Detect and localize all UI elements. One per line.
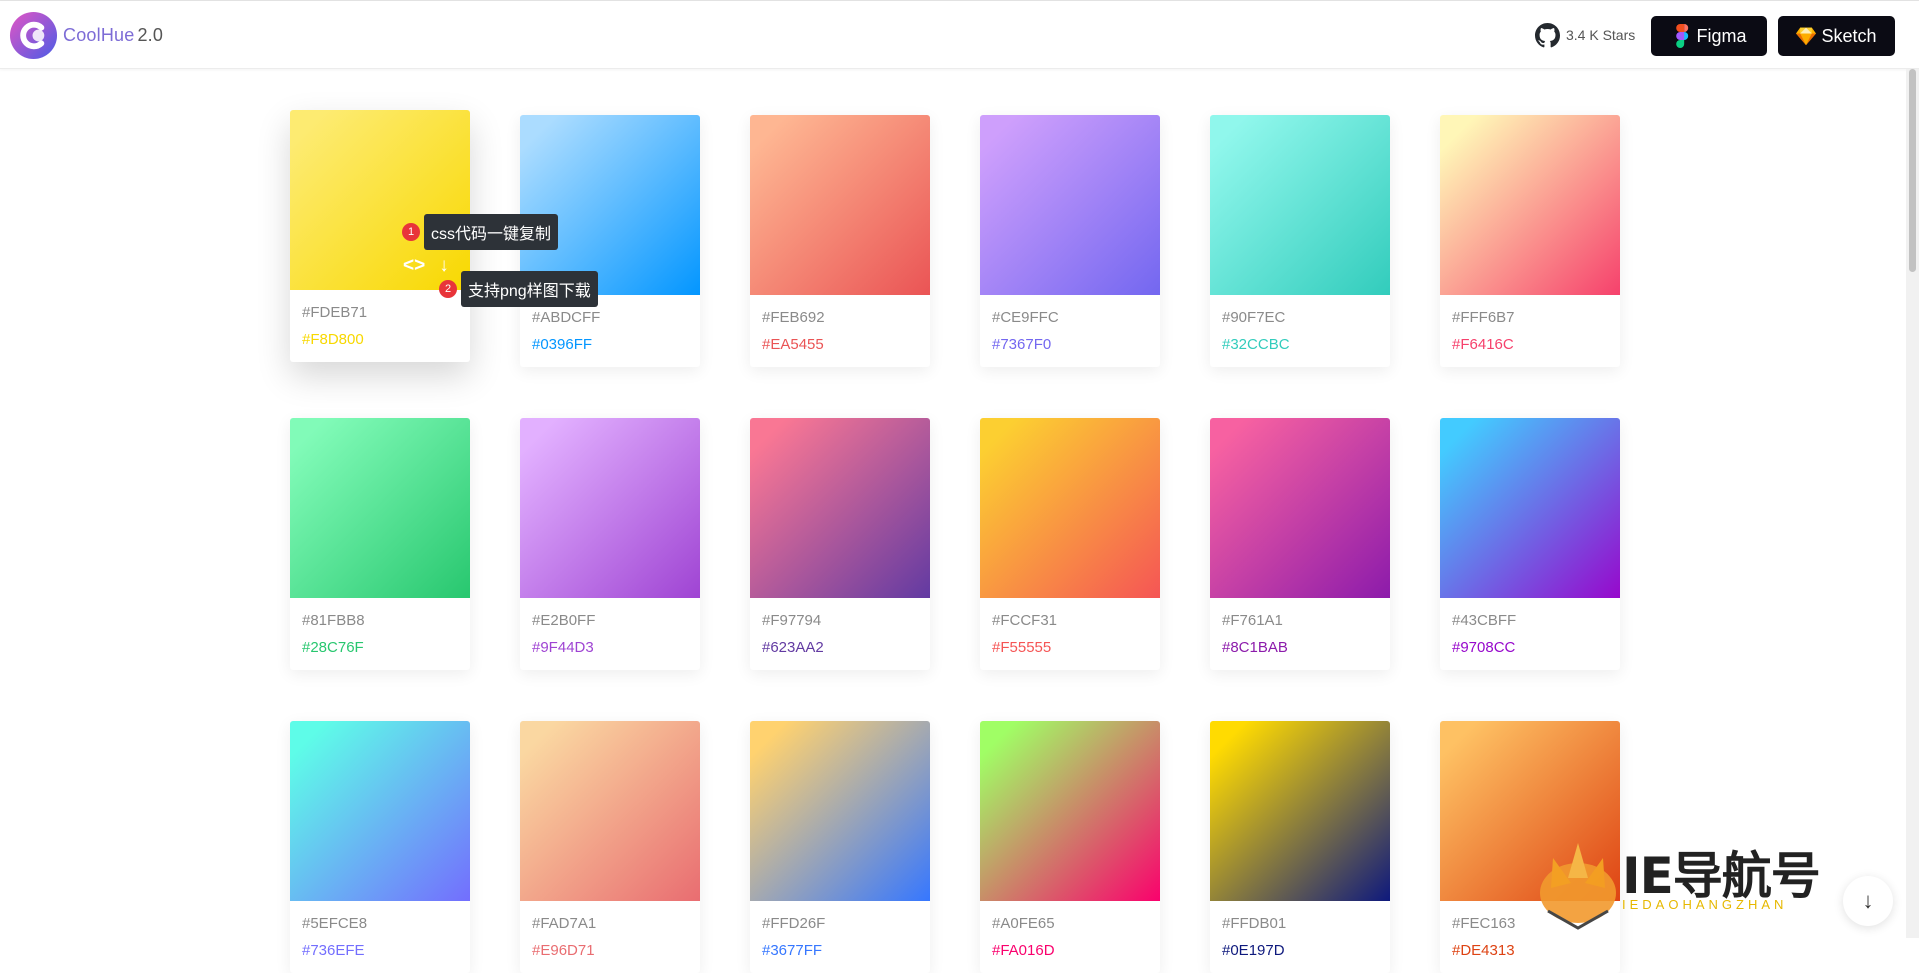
gradient-card[interactable]: #E2B0FF #9F44D3 [520,418,700,670]
start-color-hex[interactable]: #FFF6B7 [1452,309,1515,326]
gradient-card[interactable]: #43CBFF #9708CC [1440,418,1620,670]
start-color-hex[interactable]: #5EFCE8 [302,915,367,932]
gradient-swatch[interactable] [520,418,700,598]
code-icon[interactable]: <> [403,256,425,275]
gradient-card[interactable]: #FFD26F #3677FF [750,721,930,973]
callout-tooltip: 支持png样图下载 [461,271,598,307]
figma-button[interactable]: Figma [1651,16,1767,56]
start-color-hex[interactable]: #43CBFF [1452,612,1516,629]
gradient-card[interactable]: #FEB692 #EA5455 [750,115,930,367]
start-color-hex[interactable]: #FEC163 [1452,915,1515,932]
start-color-hex[interactable]: #FFDB01 [1222,915,1286,932]
back-to-top-button[interactable]: ↓ [1843,876,1893,926]
gradient-swatch[interactable] [1210,418,1390,598]
gradient-swatch[interactable] [1440,115,1620,295]
gradient-card[interactable]: #FFF6B7 #F6416C [1440,115,1620,367]
end-color-hex[interactable]: #8C1BAB [1222,639,1288,656]
gradient-swatch[interactable] [1210,115,1390,295]
gradient-swatch[interactable] [520,721,700,901]
gradient-swatch[interactable] [750,721,930,901]
gradient-card[interactable]: #81FBB8 #28C76F [290,418,470,670]
callout-copy-css: 1 css代码一键复制 [402,214,559,250]
gradient-swatch[interactable] [750,115,930,295]
end-color-hex[interactable]: #9F44D3 [532,639,594,656]
gradient-card[interactable]: #FAD7A1 #E96D71 [520,721,700,973]
end-color-hex[interactable]: #F6416C [1452,336,1514,353]
start-color-hex[interactable]: #FCCF31 [992,612,1057,629]
end-color-hex[interactable]: #0396FF [532,336,592,353]
gradient-card[interactable]: #CE9FFC #7367F0 [980,115,1160,367]
gradient-swatch[interactable] [1440,418,1620,598]
page-scrollbar[interactable] [1906,69,1919,938]
start-color-hex[interactable]: #CE9FFC [992,309,1059,326]
end-color-hex[interactable]: #7367F0 [992,336,1051,353]
gradient-swatch[interactable] [750,418,930,598]
sketch-label: Sketch [1821,25,1877,46]
gradient-swatch[interactable] [290,418,470,598]
gradient-swatch[interactable] [520,115,700,295]
start-color-hex[interactable]: #F97794 [762,612,821,629]
callout-number: 2 [439,280,457,298]
end-color-hex[interactable]: #F55555 [992,639,1051,656]
end-color-hex[interactable]: #736EFE [302,942,365,959]
callout-number: 1 [402,223,420,241]
end-color-hex[interactable]: #3677FF [762,942,822,959]
gradient-card[interactable]: #5EFCE8 #736EFE [290,721,470,973]
start-color-hex[interactable]: #FEB692 [762,309,825,326]
start-color-hex[interactable]: #FDEB71 [302,304,367,321]
end-color-hex[interactable]: #F8D800 [302,331,364,348]
gradient-swatch[interactable] [980,721,1160,901]
figma-icon [1676,24,1689,48]
sketch-button[interactable]: Sketch [1778,16,1895,56]
gradient-swatch[interactable] [980,115,1160,295]
start-color-hex[interactable]: #FFD26F [762,915,825,932]
start-color-hex[interactable]: #90F7EC [1222,309,1285,326]
end-color-hex[interactable]: #EA5455 [762,336,824,353]
sketch-icon [1796,27,1817,46]
watermark-subtext: IEDAOHANGZHAN [1622,897,1788,912]
start-color-hex[interactable]: #F761A1 [1222,612,1283,629]
gradient-swatch[interactable] [290,721,470,901]
start-color-hex[interactable]: #A0FE65 [992,915,1055,932]
end-color-hex[interactable]: #623AA2 [762,639,824,656]
brand-version: 2.0 [137,25,164,45]
end-color-hex[interactable]: #0E197D [1222,942,1285,959]
gradient-card[interactable]: #A0FE65 #FA016D [980,721,1160,973]
gradient-card[interactable]: #FFDB01 #0E197D [1210,721,1390,973]
start-color-hex[interactable]: #FAD7A1 [532,915,596,932]
arrow-down-icon: ↓ [1862,888,1874,913]
top-navbar: CoolHue 2.0 3.4 K Stars Figma Sketch [0,1,1919,69]
brand-name: CoolHue [63,25,135,45]
github-stars-link[interactable]: 3.4 K Stars [1535,22,1636,47]
scrollbar-thumb[interactable] [1909,69,1916,272]
brand-title[interactable]: CoolHue 2.0 [63,25,163,46]
gradient-swatch[interactable] [1210,721,1390,901]
gradient-card[interactable]: #90F7EC #32CCBC [1210,115,1390,367]
gradient-swatch[interactable] [980,418,1160,598]
start-color-hex[interactable]: #E2B0FF [532,612,595,629]
callout-download-png: 2 支持png样图下载 [439,271,598,307]
figma-label: Figma [1696,25,1747,46]
end-color-hex[interactable]: #28C76F [302,639,364,656]
end-color-hex[interactable]: #32CCBC [1222,336,1290,353]
start-color-hex[interactable]: #81FBB8 [302,612,365,629]
gradient-card[interactable]: #FCCF31 #F55555 [980,418,1160,670]
callout-tooltip: css代码一键复制 [424,214,559,250]
start-color-hex[interactable]: #ABDCFF [532,309,600,326]
gradient-card[interactable]: #F97794 #623AA2 [750,418,930,670]
end-color-hex[interactable]: #FA016D [992,942,1055,959]
end-color-hex[interactable]: #E96D71 [532,942,595,959]
gradient-card[interactable]: #F761A1 #8C1BAB [1210,418,1390,670]
github-icon [1535,22,1560,47]
coolhue-logo-icon[interactable] [9,11,58,60]
end-color-hex[interactable]: #9708CC [1452,639,1515,656]
end-color-hex[interactable]: #DE4313 [1452,942,1515,959]
stars-count: 3.4 K Stars [1566,27,1636,43]
